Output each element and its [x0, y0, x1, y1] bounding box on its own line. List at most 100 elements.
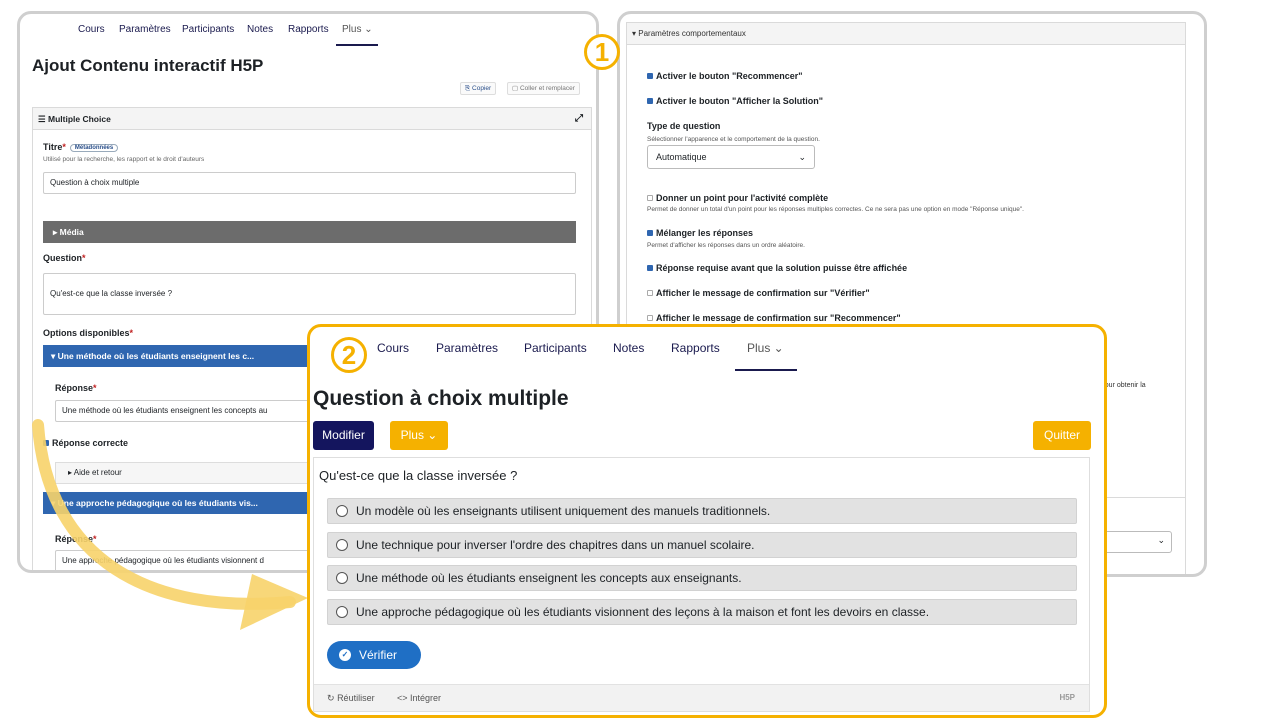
option2-bar[interactable]: ▾ Une approche pédagogique où les étudia…: [43, 492, 333, 514]
answer-label-4: Une approche pédagogique où les étudiant…: [356, 605, 930, 619]
option1-input[interactable]: Une méthode où les étudiants enseignent …: [55, 400, 335, 422]
answer-option-4[interactable]: Une approche pédagogique où les étudiant…: [327, 599, 1077, 625]
paste-button[interactable]: ▢ Coller et remplacer: [507, 82, 580, 95]
nav-cours[interactable]: Cours: [377, 341, 409, 355]
reuse-button[interactable]: ↻ Réutiliser: [327, 685, 375, 711]
h5p-footer: ↻ Réutiliser <> Intégrer H5P: [314, 684, 1089, 711]
correct-label: Réponse correcte: [52, 438, 129, 448]
correct-checkbox[interactable]: Réponse correcte: [43, 438, 128, 448]
checkbox-checked: [647, 230, 653, 236]
reponse1-label-text: Réponse: [55, 383, 94, 393]
nav-plus[interactable]: Plus ⌄: [342, 24, 373, 35]
checkbox-empty: [647, 315, 653, 321]
confirm-retry-checkbox[interactable]: Afficher le message de confirmation sur …: [647, 313, 901, 323]
retry-checkbox[interactable]: Activer le bouton "Recommencer": [647, 71, 803, 81]
required-label: Réponse requise avant que la solution pu…: [656, 263, 908, 273]
checkbox-empty: [647, 195, 653, 201]
checkbox-checked: [647, 73, 653, 79]
answer-label-3: Une méthode où les étudiants enseignent …: [356, 571, 742, 585]
shuffle-help: Permet d'afficher les réponses dans un o…: [647, 242, 805, 249]
box-header: ☰ Multiple Choice ⤢: [33, 108, 591, 130]
settings-header-label: Paramètres comportementaux: [638, 29, 746, 38]
quitter-button[interactable]: Quitter: [1033, 421, 1091, 450]
modifier-button[interactable]: Modifier: [313, 421, 374, 450]
titre-label-text: Titre: [43, 142, 63, 152]
metadata-button[interactable]: Métadonnées: [69, 144, 119, 152]
answer-label-2: Une technique pour inverser l'ordre des …: [356, 538, 755, 552]
answer-option-1[interactable]: Un modèle où les enseignants utilisent u…: [327, 498, 1077, 524]
nav-participants[interactable]: Participants: [524, 341, 587, 355]
copy-button[interactable]: ⎘ Copier: [460, 82, 497, 95]
required-checkbox[interactable]: Réponse requise avant que la solution pu…: [647, 263, 907, 273]
radio-icon: [336, 572, 348, 584]
confirm-check-checkbox[interactable]: Afficher le message de confirmation sur …: [647, 288, 870, 298]
answer-option-3[interactable]: Une méthode où les étudiants enseignent …: [327, 565, 1077, 591]
media-label: Média: [59, 227, 84, 237]
nav-underline: [336, 44, 378, 46]
verify-label: Vérifier: [359, 648, 398, 662]
reponse2-label-text: Réponse: [55, 534, 94, 544]
nav-underline: [735, 369, 797, 371]
step-badge-1: 1: [584, 34, 620, 70]
type-select[interactable]: Automatique ⌄: [647, 145, 815, 169]
nav-participants[interactable]: Participants: [182, 24, 234, 35]
answer-option-2[interactable]: Une technique pour inverser l'ordre des …: [327, 532, 1077, 558]
question-label-text: Question: [43, 253, 83, 263]
solution-label: Activer le bouton "Afficher la Solution": [656, 96, 824, 106]
nav-notes[interactable]: Notes: [613, 341, 644, 355]
preview-nav: Cours Paramètres Participants Notes Rapp…: [310, 341, 1104, 371]
settings-header[interactable]: ▾ Paramètres comportementaux: [627, 23, 1185, 45]
page-title: Ajout Contenu interactif H5P: [32, 56, 264, 75]
nav-rapports[interactable]: Rapports: [671, 341, 720, 355]
plus-button[interactable]: Plus ⌄: [390, 421, 448, 450]
retry-label: Activer le bouton "Recommencer": [656, 71, 803, 81]
preview-panel: Cours Paramètres Participants Notes Rapp…: [307, 324, 1107, 718]
expand-icon[interactable]: ⤢: [575, 108, 583, 130]
step-badge-2: 2: [331, 337, 367, 373]
chevron-down-icon: ⌄: [1157, 535, 1165, 545]
shuffle-label: Mélanger les réponses: [656, 228, 754, 238]
embed-button[interactable]: <> Intégrer: [397, 685, 441, 711]
single-point-label: Donner un point pour l'activité complète: [656, 193, 829, 203]
titre-label: Titre* Métadonnées: [43, 142, 119, 152]
media-toggle[interactable]: ▸ Média: [43, 221, 576, 243]
question-text: Qu'est-ce que la classe inversée ?: [319, 468, 518, 483]
shuffle-checkbox[interactable]: Mélanger les réponses: [647, 228, 753, 238]
option1-bar[interactable]: ▾ Une méthode où les étudiants enseignen…: [43, 345, 333, 367]
chevron-down-icon: ⌄: [798, 152, 806, 162]
nav-plus[interactable]: Plus ⌄: [747, 341, 784, 355]
check-icon: ✓: [339, 649, 351, 661]
aide-toggle[interactable]: ▸ Aide et retour: [55, 462, 335, 484]
aide-label: Aide et retour: [73, 468, 122, 477]
single-point-help: Permet de donner un total d'un point pou…: [647, 206, 1024, 213]
reponse1-label: Réponse*: [55, 383, 97, 393]
embed-label: Intégrer: [410, 693, 442, 703]
verify-button[interactable]: ✓ Vérifier: [327, 641, 421, 669]
question-input[interactable]: Qu'est-ce que la classe inversée ?: [43, 273, 576, 315]
list-icon: ☰: [38, 114, 46, 124]
nav-parametres[interactable]: Paramètres: [436, 341, 498, 355]
nav-rapports[interactable]: Rapports: [288, 24, 329, 35]
single-point-checkbox[interactable]: Donner un point pour l'activité complète: [647, 193, 828, 203]
options-label-text: Options disponibles: [43, 328, 130, 338]
confirm-check-label: Afficher le message de confirmation sur …: [656, 288, 870, 298]
checkbox-checked: [43, 440, 49, 446]
option2-input[interactable]: Une approche pédagogique où les étudiant…: [55, 550, 335, 570]
nav-parametres[interactable]: Paramètres: [119, 24, 171, 35]
question-label: Question*: [43, 253, 86, 263]
type-value: Automatique: [656, 152, 707, 162]
solution-checkbox[interactable]: Activer le bouton "Afficher la Solution": [647, 96, 823, 106]
h5p-logo: H5P: [1059, 693, 1075, 702]
code-icon: <>: [397, 693, 408, 703]
reuse-icon: ↻: [327, 693, 335, 703]
checkbox-checked: [647, 98, 653, 104]
answer-label-1: Un modèle où les enseignants utilisent u…: [356, 504, 771, 518]
type-label: Type de question: [647, 121, 721, 131]
preview-title: Question à choix multiple: [313, 387, 569, 410]
titre-input[interactable]: Question à choix multiple: [43, 172, 576, 194]
checkbox-empty: [647, 290, 653, 296]
nav-notes[interactable]: Notes: [247, 24, 273, 35]
nav-cours[interactable]: Cours: [78, 24, 105, 35]
reuse-label: Réutiliser: [337, 693, 375, 703]
h5p-content: Qu'est-ce que la classe inversée ? Un mo…: [313, 457, 1090, 712]
